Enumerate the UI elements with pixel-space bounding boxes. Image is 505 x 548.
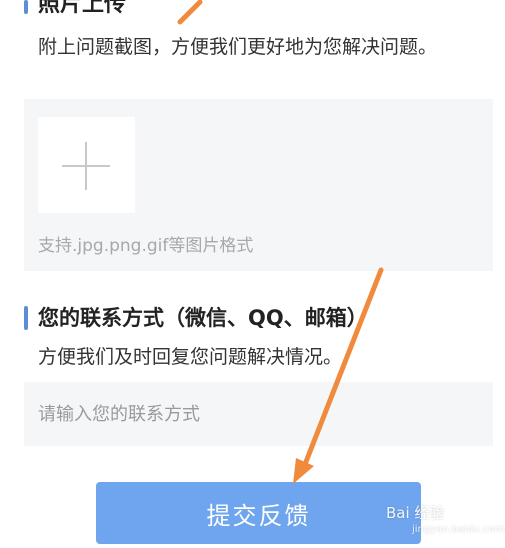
- watermark-url: jingyan.baidu.com: [412, 524, 505, 535]
- watermark-brand: Bai 经验: [386, 504, 445, 522]
- arrow-icon: [177, 0, 384, 484]
